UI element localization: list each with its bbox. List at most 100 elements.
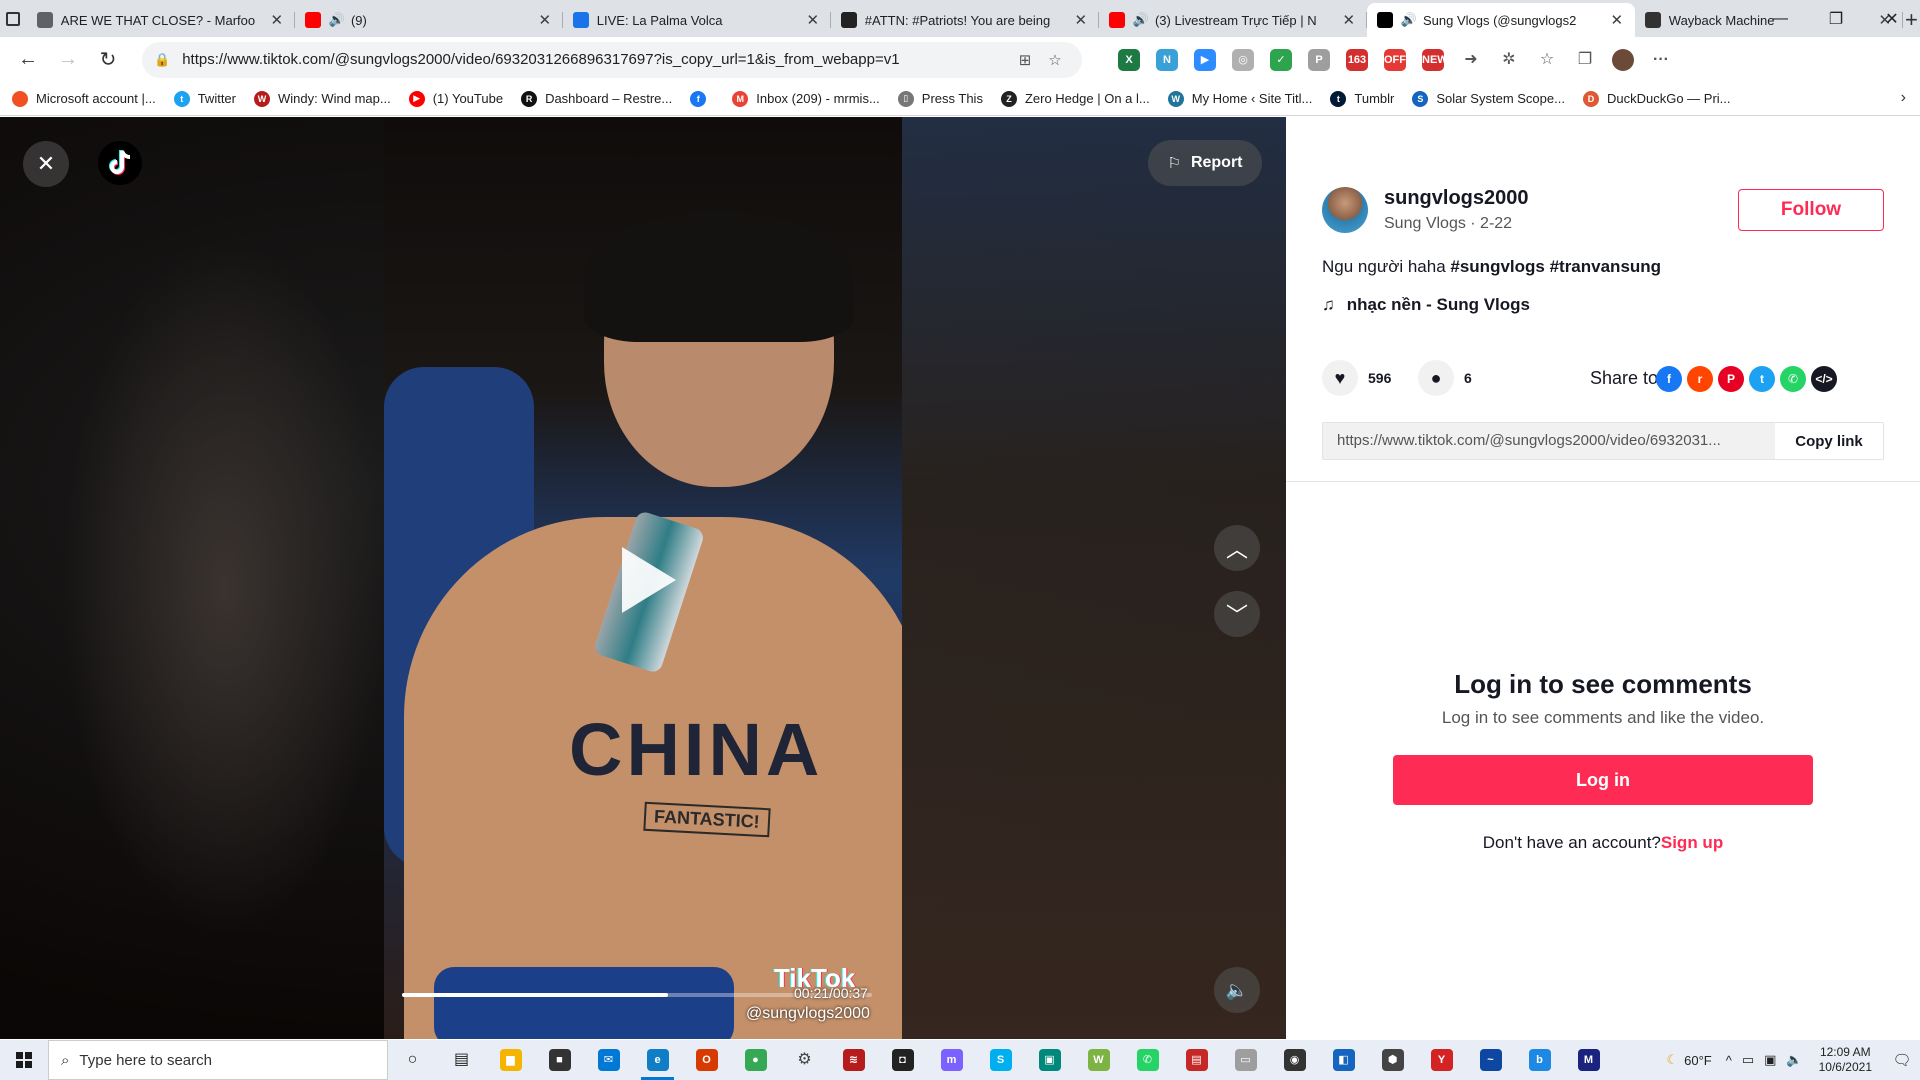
network-icon[interactable]: ▣	[1764, 1052, 1776, 1068]
whatsapp-icon[interactable]: ✆	[1123, 1040, 1172, 1080]
app-dark-icon[interactable]: ◘	[878, 1040, 927, 1080]
minimize-button[interactable]: —	[1752, 0, 1808, 37]
next-video-button[interactable]: ﹀	[1214, 591, 1260, 637]
tab-close-icon[interactable]: ✕	[269, 11, 285, 29]
embed-share-icon[interactable]: </>	[1811, 366, 1837, 392]
browser-tab[interactable]: LIVE: La Palma Volca ✕	[563, 3, 831, 37]
browser-tab[interactable]: 🔊 Sung Vlogs (@sungvlogs2 ✕	[1366, 3, 1635, 37]
url-text[interactable]: https://www.tiktok.com/@sungvlogs2000/vi…	[182, 51, 1010, 68]
tab-close-icon[interactable]: ✕	[1609, 11, 1625, 29]
tab-actions-button[interactable]	[0, 0, 27, 37]
app-green-icon[interactable]: W	[1074, 1040, 1123, 1080]
bookmark-item[interactable]: R Dashboard – Restre...	[521, 90, 672, 107]
excel-icon[interactable]: X	[1110, 42, 1148, 78]
bookmark-item[interactable]: t Twitter	[173, 90, 236, 107]
chrome-icon[interactable]: ●	[731, 1040, 780, 1080]
browser-tab[interactable]: #ATTN: #Patriots! You are being ✕	[831, 3, 1099, 37]
meet-now-icon[interactable]: ▭	[1742, 1052, 1754, 1068]
comment-button[interactable]: ● 6	[1418, 360, 1472, 396]
music-link[interactable]: ♫ nhạc nền - Sung Vlogs	[1322, 295, 1530, 315]
whatsapp-share-icon[interactable]: ✆	[1780, 366, 1806, 392]
app-m-icon[interactable]: M	[1564, 1040, 1613, 1080]
puzzle-icon[interactable]: ✲	[1490, 42, 1528, 78]
tab-audio-icon[interactable]: 🔊	[329, 12, 345, 28]
chevron-up-icon[interactable]: ^	[1726, 1053, 1732, 1068]
tab-close-icon[interactable]: ✕	[1341, 11, 1357, 29]
app-red-icon[interactable]: ≋	[829, 1040, 878, 1080]
tab-audio-icon[interactable]: 🔊	[1133, 12, 1149, 28]
clock[interactable]: 12:09 AM 10/6/2021	[1819, 1045, 1872, 1075]
yelp-icon[interactable]: Y	[1417, 1040, 1466, 1080]
author-username[interactable]: sungvlogs2000	[1384, 187, 1529, 210]
bookmark-item[interactable]: Z Zero Hedge | On a l...	[1000, 90, 1150, 107]
bookmark-item[interactable]: ▶ (1) YouTube	[408, 90, 503, 107]
taskbar-search[interactable]: ⌕ Type here to search	[48, 1040, 388, 1080]
pinterest-icon[interactable]: P	[1300, 42, 1338, 78]
bookmark-item[interactable]: W Windy: Wind map...	[254, 90, 391, 107]
play-icon[interactable]	[622, 547, 676, 613]
bookmark-item[interactable]: f	[690, 90, 714, 107]
browser-tab[interactable]: 🔊 (3) Livestream Trực Tiếp | N ✕	[1099, 3, 1367, 37]
mail-icon[interactable]: ✉	[584, 1040, 633, 1080]
settings-icon[interactable]: ⚙	[780, 1040, 829, 1080]
app-teal-icon[interactable]: ▣	[1025, 1040, 1074, 1080]
tab-close-icon[interactable]: ✕	[805, 11, 821, 29]
camera-icon[interactable]: ◉	[1270, 1040, 1319, 1080]
tab-audio-icon[interactable]: 🔊	[1401, 12, 1417, 28]
tab-close-icon[interactable]: ✕	[1073, 11, 1089, 29]
forward-button[interactable]: →	[48, 42, 88, 78]
check-icon[interactable]: ✓	[1262, 42, 1300, 78]
sync-icon[interactable]: ◎	[1224, 42, 1262, 78]
weather-widget[interactable]: ☾ 60°F	[1666, 1052, 1711, 1068]
collections-icon[interactable]: ❐	[1566, 42, 1604, 78]
favorites-icon[interactable]: ☆	[1528, 42, 1566, 78]
start-button[interactable]	[0, 1040, 48, 1080]
profile-avatar-icon[interactable]	[1604, 42, 1642, 78]
follow-button[interactable]: Follow	[1738, 189, 1884, 231]
volume-icon[interactable]: 🔈	[1786, 1052, 1802, 1068]
maximize-button[interactable]: ❐	[1808, 0, 1864, 37]
more-icon[interactable]: ···	[1642, 42, 1680, 78]
facebook-share-icon[interactable]: f	[1656, 366, 1682, 392]
previous-video-button[interactable]: ︿	[1214, 525, 1260, 571]
edge-icon[interactable]: e	[633, 1040, 682, 1080]
off-icon[interactable]: OFF	[1376, 42, 1414, 78]
office-icon[interactable]: O	[682, 1040, 731, 1080]
new-icon[interactable]: NEW	[1414, 42, 1452, 78]
app-window-icon[interactable]: ▭	[1221, 1040, 1270, 1080]
zoom-icon[interactable]: ▶	[1186, 42, 1224, 78]
reddit-share-icon[interactable]: r	[1687, 366, 1713, 392]
bookmark-item[interactable]: D DuckDuckGo — Pri...	[1582, 90, 1731, 107]
bookmark-item[interactable]: W My Home ‹ Site Titl...	[1167, 90, 1312, 107]
app-b-icon[interactable]: b	[1515, 1040, 1564, 1080]
app-wave-icon[interactable]: ~	[1466, 1040, 1515, 1080]
login-button[interactable]: Log in	[1393, 755, 1813, 805]
app-system-icon[interactable]: ▤	[1172, 1040, 1221, 1080]
bookmark-item[interactable]: Microsoft account |...	[12, 90, 156, 107]
bookmark-item[interactable]: S Solar System Scope...	[1412, 90, 1565, 107]
tab-close-icon[interactable]: ✕	[537, 11, 553, 29]
pinterest-share-icon[interactable]: P	[1718, 366, 1744, 392]
browser-tab[interactable]: ARE WE THAT CLOSE? - Marfoo ✕	[27, 3, 295, 37]
app-available-icon[interactable]: ⊞	[1010, 51, 1040, 69]
twitter-share-icon[interactable]: t	[1749, 366, 1775, 392]
share-url-field[interactable]: https://www.tiktok.com/@sungvlogs2000/vi…	[1323, 423, 1775, 459]
store-icon[interactable]: ■	[535, 1040, 584, 1080]
notification-icon[interactable]: 🗨	[1884, 1051, 1920, 1069]
copy-link-button[interactable]: Copy link	[1775, 423, 1883, 459]
caption-hashtags[interactable]: #sungvlogs #tranvansung	[1450, 257, 1661, 276]
author-avatar[interactable]	[1322, 187, 1368, 233]
add-favorite-icon[interactable]: ☆	[1040, 51, 1070, 69]
like-button[interactable]: ♥ 596	[1322, 360, 1391, 396]
skype-icon[interactable]: S	[976, 1040, 1025, 1080]
lock-icon[interactable]: 🔒	[154, 52, 170, 68]
back-button[interactable]: ←	[8, 42, 48, 78]
volume-button[interactable]: 🔈	[1214, 967, 1260, 1013]
report-button[interactable]: ⚐ Report	[1148, 140, 1262, 186]
address-bar[interactable]: 🔒 https://www.tiktok.com/@sungvlogs2000/…	[142, 41, 1082, 78]
refresh-button[interactable]: ↻	[88, 42, 128, 78]
browser-tab[interactable]: 🔊 (9) ✕	[295, 3, 563, 37]
task-view-icon[interactable]: ▤	[437, 1040, 486, 1080]
bookmark-item[interactable]: ▯ Press This	[897, 90, 983, 107]
close-video-button[interactable]: ✕	[23, 141, 69, 187]
